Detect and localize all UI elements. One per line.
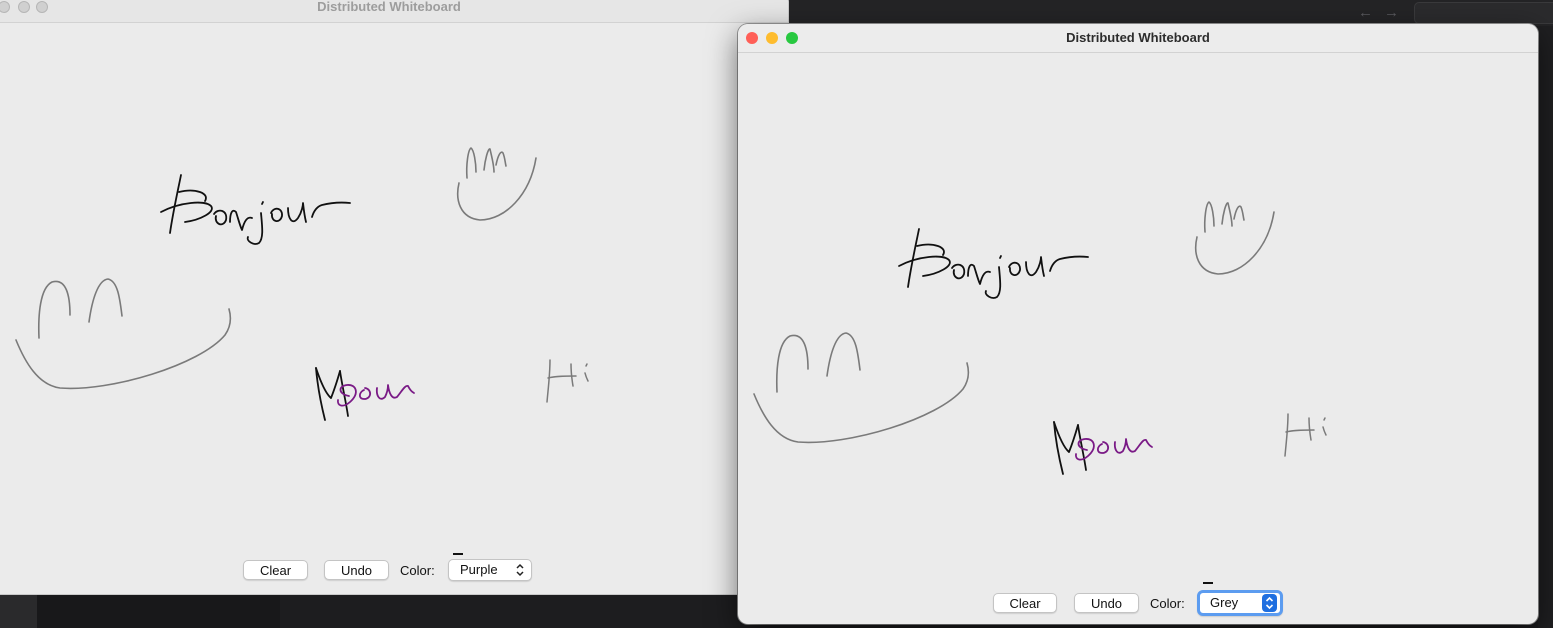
window-titlebar[interactable]: Distributed Whiteboard (738, 24, 1538, 53)
color-select[interactable]: Grey (1197, 590, 1283, 616)
chevron-up-down-icon (1262, 594, 1277, 612)
background-search-field[interactable] (1414, 2, 1553, 24)
clear-button[interactable]: Clear (993, 593, 1057, 613)
whiteboard-window-left[interactable]: Distributed Whiteboard Clear Undo Color:… (0, 0, 788, 594)
background-window-strip (1538, 26, 1553, 628)
background-dock-area (0, 594, 740, 628)
drawing-toolbar: Clear Undo Color: Grey (738, 582, 1538, 618)
forward-arrow-icon[interactable]: → (1384, 4, 1399, 21)
color-select-value: Grey (1210, 595, 1239, 610)
back-arrow-icon[interactable]: ← (1358, 4, 1373, 21)
color-label: Color: (1150, 596, 1185, 611)
color-select-value: Purple (460, 562, 498, 577)
whiteboard-drawing (15, 147, 589, 421)
window-title: Distributed Whiteboard (1066, 30, 1210, 45)
whiteboard-window-right[interactable]: Distributed Whiteboard Clear Undo Color:… (738, 24, 1538, 624)
undo-button[interactable]: Undo (324, 560, 389, 580)
color-preview-swatch (1203, 582, 1213, 584)
background-top-bar: ← → (788, 0, 1553, 26)
window-titlebar[interactable]: Distributed Whiteboard (0, 0, 788, 23)
chevron-up-down-icon (516, 563, 524, 577)
drawing-canvas[interactable] (738, 53, 1538, 585)
clear-button[interactable]: Clear (243, 560, 308, 580)
color-preview-swatch (453, 553, 463, 555)
undo-button[interactable]: Undo (1074, 593, 1139, 613)
drawing-toolbar: Clear Undo Color: Purple (0, 553, 788, 585)
window-title: Distributed Whiteboard (317, 0, 461, 14)
color-select[interactable]: Purple (448, 559, 532, 581)
color-label: Color: (400, 563, 435, 578)
whiteboard-drawing (753, 201, 1327, 475)
drawing-canvas[interactable] (0, 23, 788, 555)
